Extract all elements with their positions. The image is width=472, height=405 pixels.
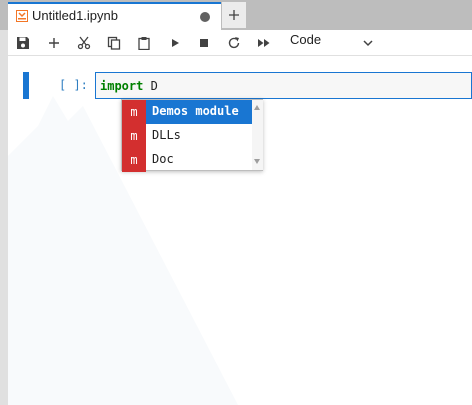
completer-item-label: Demos module [152,104,239,118]
stop-button[interactable] [195,34,213,52]
cut-icon [77,36,91,50]
completer-item-dlls[interactable]: m DLLs [122,124,252,148]
cell-type-select[interactable]: Code [290,32,321,47]
completer-scrollbar[interactable] [252,100,263,170]
paste-icon [138,37,150,50]
stop-icon [200,39,208,47]
tab-untitled1[interactable]: Untitled1.ipynb [8,2,221,30]
save-button[interactable] [14,34,32,52]
chevron-down-icon[interactable] [359,34,377,52]
plus-icon [49,38,59,48]
copy-button[interactable] [105,34,123,52]
plus-icon [229,10,239,20]
tab-bar: Untitled1.ipynb [0,0,472,30]
cut-button[interactable] [75,34,93,52]
notebook-panel: [ ]: import D m Demos module m DLLs m Do… [8,56,472,405]
save-icon [17,37,29,49]
unsaved-dot-icon[interactable] [200,12,210,22]
active-cell-indicator[interactable] [23,72,29,99]
fast-forward-icon [258,39,270,47]
notebook-icon [16,10,28,22]
run-icon [172,39,179,47]
run-button[interactable] [166,34,184,52]
insert-cell-button[interactable] [45,34,63,52]
restart-button[interactable] [225,34,243,52]
scroll-down-icon[interactable] [254,159,260,164]
tab-label: Untitled1.ipynb [32,8,118,23]
scroll-up-icon[interactable] [254,105,260,110]
completer-item-label: Doc [152,152,174,166]
restart-run-all-button[interactable] [255,34,273,52]
completer-item-demos-module[interactable]: m Demos module [122,100,252,124]
completer-item-doc[interactable]: m Doc [122,148,252,172]
code-line: import D [100,79,158,93]
paste-button[interactable] [135,34,153,52]
restart-icon [228,37,240,49]
module-type-badge: m [122,100,146,124]
module-type-badge: m [122,148,146,172]
keyword-import: import [100,79,144,93]
completer-item-label: DLLs [152,128,181,142]
new-tab-button[interactable] [222,2,246,28]
copy-icon [107,36,121,50]
notebook-toolbar: Code [8,30,472,56]
code-cell-editor[interactable]: import D [95,72,472,99]
cell-prompt: [ ]: [59,78,88,92]
module-type-badge: m [122,124,146,148]
code-identifier: D [143,79,158,93]
completer-popup: m Demos module m DLLs m Doc [121,99,263,172]
